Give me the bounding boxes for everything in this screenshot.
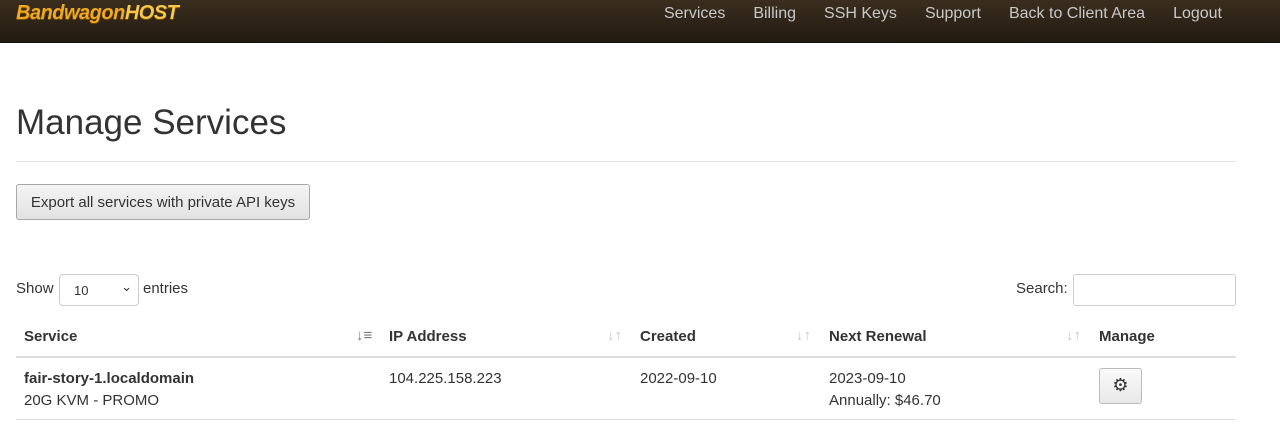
show-label: Show — [16, 280, 54, 297]
page-title: Manage Services — [16, 103, 287, 142]
nav-logout[interactable]: Logout — [1173, 5, 1222, 23]
sort-icon[interactable]: ↓↑ — [796, 327, 811, 344]
search-label: Search: — [1016, 280, 1068, 297]
brand-name-part2: HOST — [124, 2, 179, 24]
top-navbar: BandwagonHOST Services Billing SSH Keys … — [0, 0, 1280, 43]
manage-service-button[interactable]: ⚙ — [1099, 368, 1142, 404]
search-input[interactable] — [1073, 274, 1236, 306]
service-plan: 20G KVM - PROMO — [24, 392, 160, 409]
column-header-manage: Manage — [1099, 328, 1155, 345]
created-date: 2022-09-10 — [640, 370, 717, 387]
ip-address: 104.225.158.223 — [389, 370, 502, 387]
nav-services[interactable]: Services — [664, 5, 725, 23]
nav-back-to-client-area[interactable]: Back to Client Area — [1009, 5, 1145, 23]
nav-billing[interactable]: Billing — [753, 5, 796, 23]
sort-descending-icon[interactable]: ↓≡ — [356, 327, 372, 344]
column-header-service[interactable]: Service — [24, 328, 77, 345]
nav-ssh-keys[interactable]: SSH Keys — [824, 5, 897, 23]
brand-name-part1: Bandwagon — [16, 2, 125, 24]
entries-select-value: 10 — [74, 283, 89, 298]
nav-links: Services Billing SSH Keys Support Back t… — [664, 5, 1222, 23]
table-row-divider — [16, 419, 1236, 420]
nav-support[interactable]: Support — [925, 5, 981, 23]
table-header-divider — [16, 356, 1236, 358]
column-header-created[interactable]: Created — [640, 328, 696, 345]
brand-logo[interactable]: BandwagonHOST — [16, 2, 179, 25]
column-header-next-renewal[interactable]: Next Renewal — [829, 328, 927, 345]
sort-icon[interactable]: ↓↑ — [607, 327, 622, 344]
entries-label: entries — [143, 280, 189, 297]
service-name: fair-story-1.localdomain — [24, 370, 195, 387]
renewal-price: Annually: $46.70 — [829, 392, 941, 409]
renewal-date: 2023-09-10 — [829, 370, 906, 387]
gear-icon: ⚙ — [1112, 375, 1129, 395]
column-header-ip-address[interactable]: IP Address — [389, 328, 467, 345]
entries-per-page-select[interactable]: 10 ⌄ — [59, 274, 139, 306]
chevron-down-icon: ⌄ — [121, 279, 132, 294]
sort-icon[interactable]: ↓↑ — [1066, 327, 1081, 344]
export-services-button[interactable]: Export all services with private API key… — [16, 184, 310, 220]
title-divider — [16, 161, 1236, 162]
